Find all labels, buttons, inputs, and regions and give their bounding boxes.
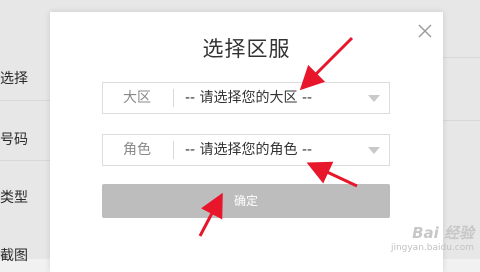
chevron-down-icon — [368, 147, 380, 154]
region-select-value: -- 请选择您的大区 -- — [185, 90, 313, 106]
bg-label-type: 类型 — [0, 190, 28, 206]
bg-divider — [443, 120, 480, 121]
region-label: 大区 — [123, 90, 151, 106]
select-server-dialog: 选择区服 大区 -- 请选择您的大区 -- 角色 -- 请选择您的角色 -- 确… — [50, 12, 443, 272]
role-label: 角色 — [123, 142, 151, 158]
bg-label-select: 选择 — [0, 71, 28, 87]
confirm-button[interactable]: 确定 — [102, 184, 390, 218]
bg-label-number: 号码 — [0, 132, 28, 148]
bg-label-screenshot: 截图 — [0, 248, 28, 264]
select-divider — [173, 141, 174, 159]
bg-divider — [0, 100, 50, 101]
dialog-title: 选择区服 — [202, 37, 291, 61]
watermark-url: jingyan.baidu.com — [390, 243, 474, 253]
select-divider — [173, 89, 174, 107]
role-select[interactable]: 角色 -- 请选择您的角色 -- — [102, 134, 390, 166]
bg-divider — [0, 160, 50, 161]
region-select[interactable]: 大区 -- 请选择您的大区 -- — [102, 82, 390, 114]
role-select-value: -- 请选择您的角色 -- — [185, 142, 313, 158]
bg-divider — [443, 57, 480, 58]
watermark-logo: Bai 经验 — [412, 224, 474, 242]
watermark: Bai 经验 jingyan.baidu.com — [391, 222, 474, 253]
chevron-down-icon — [368, 95, 380, 102]
